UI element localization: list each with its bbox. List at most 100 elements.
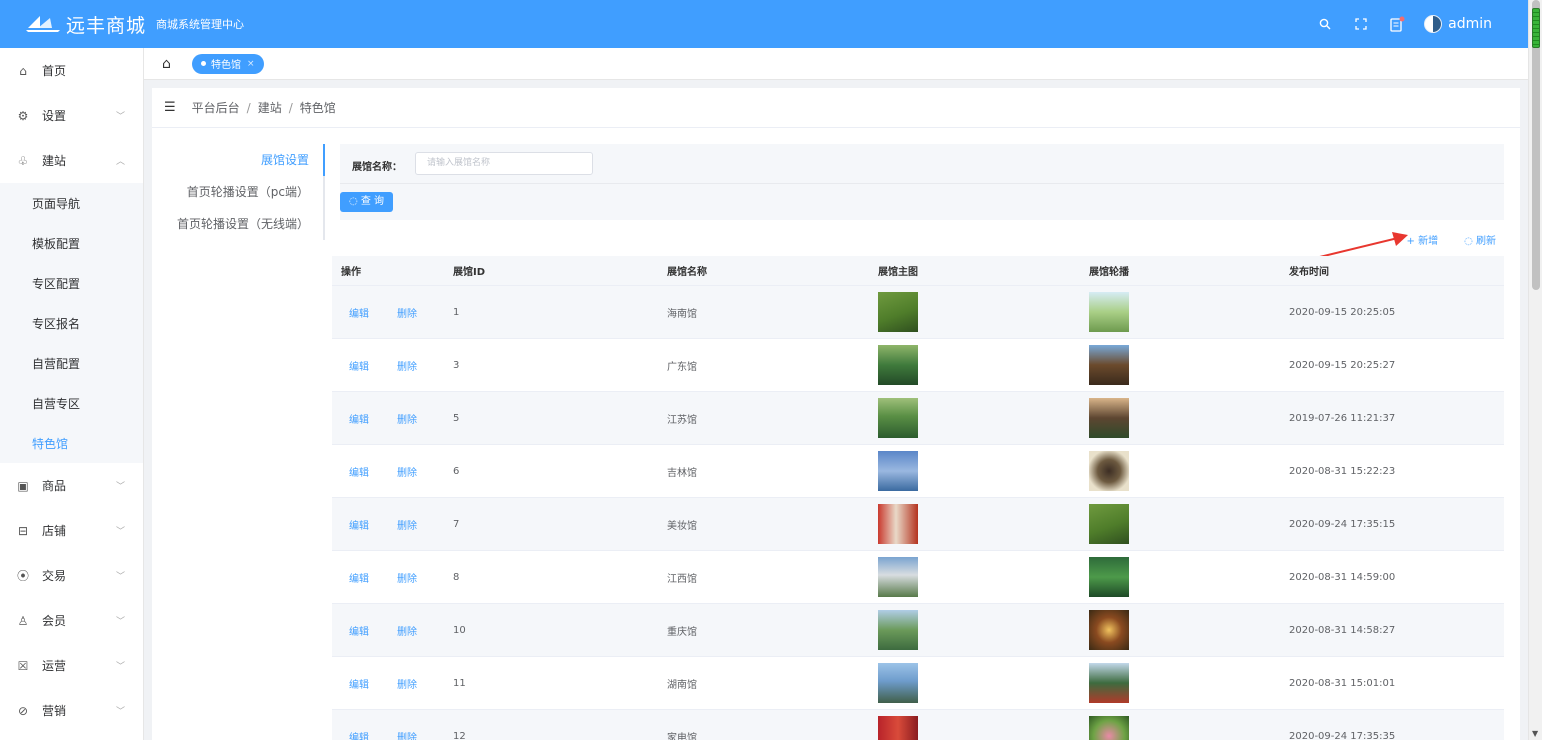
- edit-button[interactable]: 编辑: [349, 468, 369, 479]
- logo[interactable]: 远丰商城: [26, 11, 156, 38]
- notification-icon[interactable]: [1388, 15, 1406, 33]
- delete-button[interactable]: 删除: [397, 680, 417, 691]
- sidebar-subitem-template[interactable]: 模板配置: [0, 223, 143, 263]
- sidebar-item-goods[interactable]: ▣ 商品 ﹀: [0, 463, 143, 508]
- delete-button[interactable]: 删除: [397, 733, 417, 740]
- table-row: 编辑 删除 12 家电馆 2020-09-24 17:35:35: [332, 710, 1504, 740]
- tab-hall-settings[interactable]: 展馆设置: [152, 144, 323, 176]
- actions-cell: 编辑 删除: [332, 464, 445, 479]
- edit-button[interactable]: 编辑: [349, 309, 369, 320]
- hall-main-image[interactable]: [878, 292, 918, 332]
- delete-button[interactable]: 删除: [397, 468, 417, 479]
- hall-carousel-image[interactable]: [1089, 610, 1129, 650]
- fullscreen-icon[interactable]: [1352, 15, 1370, 33]
- query-button[interactable]: ◌ 查 询: [340, 192, 393, 212]
- carousel-image-cell: [1081, 610, 1281, 650]
- settings-icon: ⚙: [17, 108, 29, 123]
- edit-button[interactable]: 编辑: [349, 627, 369, 638]
- edit-button[interactable]: 编辑: [349, 574, 369, 585]
- id-cell: 7: [453, 518, 460, 530]
- sidebar-subitem-feature-hall[interactable]: 特色馆: [0, 423, 143, 463]
- menu-fold-icon[interactable]: ☰: [164, 100, 176, 115]
- close-icon[interactable]: ×: [247, 59, 255, 69]
- hall-main-image[interactable]: [878, 345, 918, 385]
- sidebar-item-site[interactable]: ♧ 建站 ︿: [0, 138, 143, 183]
- time-cell: 2020-09-24 17:35:35: [1289, 730, 1396, 740]
- sidebar-item-label: 营销: [42, 704, 67, 718]
- sidebar-subitem-self-zone[interactable]: 自营专区: [0, 383, 143, 423]
- hall-carousel-image[interactable]: [1089, 292, 1129, 332]
- hall-carousel-image[interactable]: [1089, 663, 1129, 703]
- delete-button[interactable]: 删除: [397, 627, 417, 638]
- hall-main-image[interactable]: [878, 610, 918, 650]
- sidebar-item-store[interactable]: ⊟ 店铺 ﹀: [0, 508, 143, 553]
- main-image-cell: [870, 716, 1081, 740]
- hall-main-image[interactable]: [878, 716, 918, 740]
- delete-button[interactable]: 删除: [397, 521, 417, 532]
- id-cell: 12: [453, 730, 466, 740]
- breadcrumb-item[interactable]: 平台后台: [192, 99, 240, 116]
- sidebar-item-home[interactable]: ⌂ 首页: [0, 48, 143, 93]
- header-cell: 展馆ID: [453, 267, 486, 278]
- table-row: 编辑 删除 1 海南馆 2020-09-15 20:25:05: [332, 286, 1504, 339]
- breadcrumb: ☰ 平台后台 / 建站 / 特色馆: [152, 88, 1520, 128]
- sidebar-subitem-self-config[interactable]: 自营配置: [0, 343, 143, 383]
- sidebar-item-member[interactable]: ♙ 会员 ﹀: [0, 598, 143, 643]
- search-icon[interactable]: [1316, 15, 1334, 33]
- hall-main-image[interactable]: [878, 557, 918, 597]
- edit-button[interactable]: 编辑: [349, 680, 369, 691]
- tab-feature-hall[interactable]: 特色馆 ×: [192, 53, 264, 74]
- hall-carousel-image[interactable]: [1089, 557, 1129, 597]
- carousel-image-cell: [1081, 451, 1281, 491]
- sidebar-subitem-page-nav[interactable]: 页面导航: [0, 183, 143, 223]
- home-icon[interactable]: ⌂: [162, 56, 176, 72]
- sidebar-subitem-zone-signup[interactable]: 专区报名: [0, 303, 143, 343]
- search-input[interactable]: 请输入展馆名称: [415, 152, 593, 175]
- hall-carousel-image[interactable]: [1089, 451, 1129, 491]
- green-indicator: [1532, 8, 1540, 48]
- hall-carousel-image[interactable]: [1089, 504, 1129, 544]
- tab-pc-carousel[interactable]: 首页轮播设置（pc端）: [152, 176, 323, 208]
- edit-button[interactable]: 编辑: [349, 521, 369, 532]
- logo-icon: [26, 12, 62, 36]
- main-image-cell: [870, 398, 1081, 438]
- edit-button[interactable]: 编辑: [349, 415, 369, 426]
- breadcrumb-item[interactable]: 建站: [258, 99, 282, 116]
- hall-main-image[interactable]: [878, 451, 918, 491]
- actions-cell: 编辑 删除: [332, 729, 445, 740]
- carousel-image-cell: [1081, 663, 1281, 703]
- hall-main-image[interactable]: [878, 663, 918, 703]
- edit-button[interactable]: 编辑: [349, 362, 369, 373]
- table-row: 编辑 删除 3 广东馆 2020-09-15 20:25:27: [332, 339, 1504, 392]
- tab-mobile-carousel[interactable]: 首页轮播设置（无线端）: [152, 208, 323, 240]
- tab-label: 特色馆: [211, 60, 241, 71]
- sidebar-subitem-zone-config[interactable]: 专区配置: [0, 263, 143, 303]
- delete-button[interactable]: 删除: [397, 309, 417, 320]
- table-row: 编辑 删除 10 重庆馆 2020-08-31 14:58:27: [332, 604, 1504, 657]
- avatar[interactable]: [1424, 15, 1443, 33]
- delete-button[interactable]: 删除: [397, 362, 417, 373]
- user-name[interactable]: admin: [1448, 16, 1492, 32]
- sidebar-item-label: 店铺: [42, 524, 67, 538]
- table-row: 编辑 删除 5 江苏馆 2019-07-26 11:21:37: [332, 392, 1504, 445]
- sidebar-item-trade[interactable]: ⦿ 交易 ﹀: [0, 553, 143, 598]
- delete-button[interactable]: 删除: [397, 415, 417, 426]
- refresh-button[interactable]: ◌ 刷新: [1464, 232, 1496, 247]
- hall-main-image[interactable]: [878, 398, 918, 438]
- hall-main-image[interactable]: [878, 504, 918, 544]
- carousel-image-cell: [1081, 504, 1281, 544]
- scroll-down-icon[interactable]: ▼: [1532, 729, 1538, 738]
- sidebar-item-settings[interactable]: ⚙ 设置 ﹀: [0, 93, 143, 138]
- sidebar-item-marketing[interactable]: ⊘ 营销 ﹀: [0, 688, 143, 733]
- page-scrollbar[interactable]: ▼: [1528, 0, 1542, 740]
- edit-button[interactable]: 编辑: [349, 733, 369, 740]
- hall-carousel-image[interactable]: [1089, 716, 1129, 740]
- hall-carousel-image[interactable]: [1089, 398, 1129, 438]
- main-image-cell: [870, 663, 1081, 703]
- chevron-up-icon: ︿: [115, 157, 125, 167]
- delete-button[interactable]: 删除: [397, 574, 417, 585]
- tag-bar: ⌂ 特色馆 ×: [144, 48, 1528, 80]
- hall-carousel-image[interactable]: [1089, 345, 1129, 385]
- sidebar-item-operation[interactable]: ☒ 运营 ﹀: [0, 643, 143, 688]
- member-icon: ♙: [17, 613, 29, 628]
